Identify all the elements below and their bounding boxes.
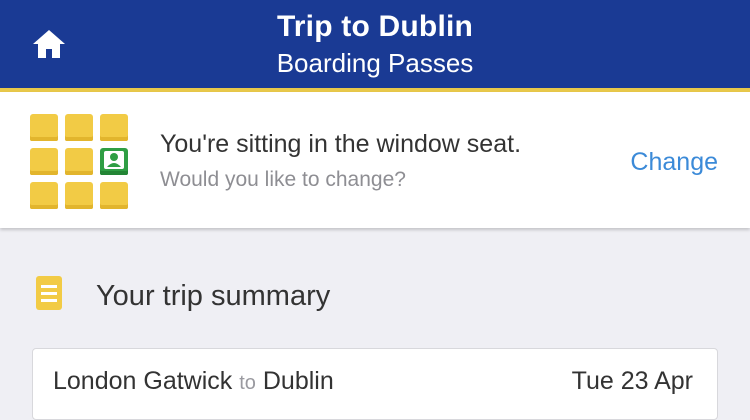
seat-icon <box>30 148 58 175</box>
route-connector: to <box>239 372 256 394</box>
seat-banner: You're sitting in the window seat. Would… <box>0 92 750 228</box>
seat-icon <box>100 114 128 141</box>
trip-card[interactable]: London Gatwick to Dublin Tue 23 Apr <box>32 348 718 420</box>
change-seat-link[interactable]: Change <box>630 148 718 177</box>
page-subtitle: Boarding Passes <box>276 48 474 78</box>
origin-city: London Gatwick <box>53 367 233 395</box>
trip-summary-header: Your trip summary <box>0 270 750 330</box>
document-icon <box>36 276 62 310</box>
seat-icon <box>65 114 93 141</box>
seat-icon <box>100 182 128 209</box>
selected-seat-icon <box>100 148 128 175</box>
seat-message: You're sitting in the window seat. <box>160 130 522 158</box>
seat-icon <box>30 114 58 141</box>
seat-icon <box>65 182 93 209</box>
trip-route: London Gatwick to Dublin <box>53 367 334 396</box>
trip-summary-title: Your trip summary <box>96 280 331 312</box>
seat-icon <box>30 182 58 209</box>
seat-map-icon <box>30 114 130 210</box>
app-header: Trip to Dublin Boarding Passes <box>0 0 750 88</box>
page-title: Trip to Dublin <box>276 10 474 43</box>
destination-city: Dublin <box>262 367 334 395</box>
trip-date: Tue 23 Apr <box>571 367 693 395</box>
seat-icon <box>65 148 93 175</box>
seat-change-prompt: Would you like to change? <box>160 168 406 191</box>
